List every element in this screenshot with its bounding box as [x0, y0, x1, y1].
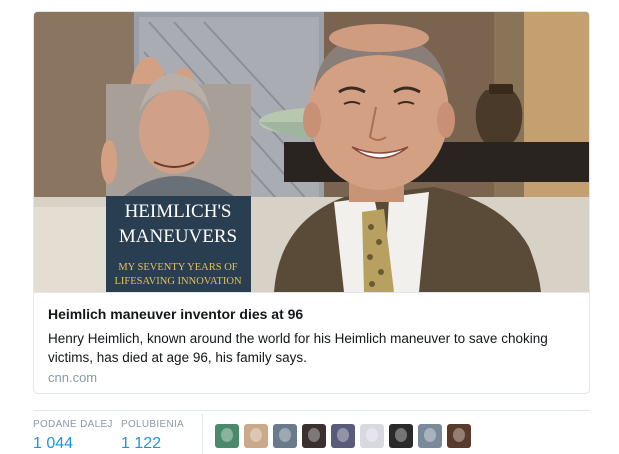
avatar[interactable]: [360, 424, 384, 448]
likes-count[interactable]: 1 122: [121, 435, 184, 453]
avatar-face: [279, 428, 291, 442]
card-photo: HEIMLICH'S MANEUVERS MY SEVENTY YEARS OF…: [34, 12, 589, 292]
stats-separator: [202, 414, 203, 454]
retweets-count[interactable]: 1 044: [33, 435, 113, 453]
avatar[interactable]: [331, 424, 355, 448]
retweets-label: PODANE DALEJ: [33, 419, 113, 430]
avatar-face: [337, 428, 349, 442]
likes-label: POLUBIENIA: [121, 419, 185, 430]
card-image[interactable]: HEIMLICH'S MANEUVERS MY SEVENTY YEARS OF…: [34, 12, 589, 292]
card-domain: cnn.com: [48, 370, 98, 385]
likes-stat[interactable]: POLUBIENIA 1 122: [121, 419, 184, 453]
link-card[interactable]: HEIMLICH'S MANEUVERS MY SEVENTY YEARS OF…: [33, 11, 590, 394]
avatar[interactable]: [389, 424, 413, 448]
avatar[interactable]: [418, 424, 442, 448]
card-description: Henry Heimlich, known around the world f…: [48, 331, 548, 365]
avatar[interactable]: [302, 424, 326, 448]
avatar-face: [308, 428, 320, 442]
avatar-face: [453, 428, 465, 442]
avatar-face: [221, 428, 233, 442]
stats-divider-line: [33, 410, 590, 411]
book-subtitle-line2: LIFESAVING INNOVATION: [114, 276, 241, 287]
avatar-face: [424, 428, 436, 442]
avatar-face: [366, 428, 378, 442]
avatar[interactable]: [244, 424, 268, 448]
avatar-face: [395, 428, 407, 442]
avatar-face: [250, 428, 262, 442]
retweets-stat[interactable]: PODANE DALEJ 1 044: [33, 419, 113, 453]
avatar[interactable]: [215, 424, 239, 448]
avatar[interactable]: [447, 424, 471, 448]
card-text[interactable]: Heimlich maneuver inventor dies at 96 He…: [34, 292, 589, 393]
avatar[interactable]: [273, 424, 297, 448]
card-title[interactable]: Heimlich maneuver inventor dies at 96: [48, 306, 303, 322]
book-subtitle-line1: MY SEVENTY YEARS OF: [118, 262, 237, 273]
book-title-line1: HEIMLICH'S: [125, 201, 232, 222]
book-title-line2: MANEUVERS: [119, 226, 237, 247]
